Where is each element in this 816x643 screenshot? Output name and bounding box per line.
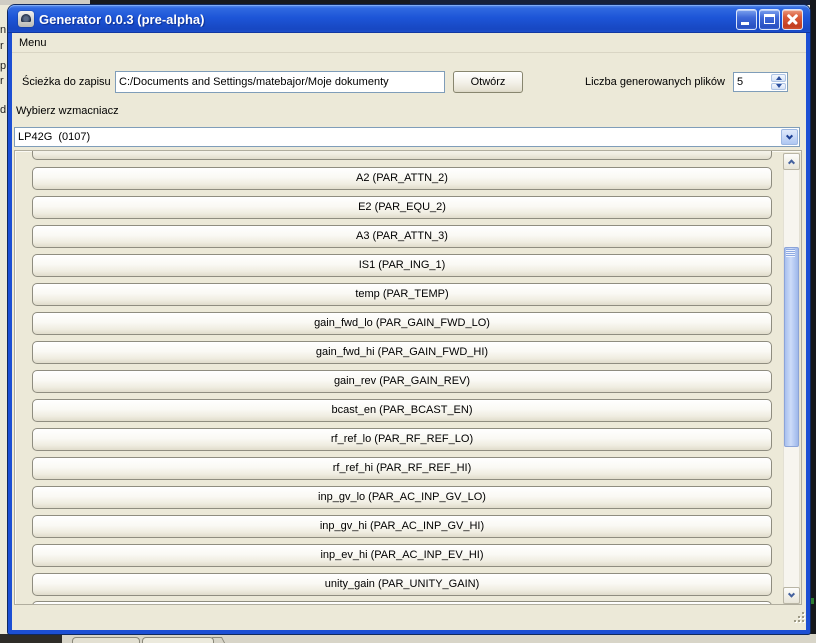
chevron-up-icon [788,159,795,166]
parameter-button[interactable]: A3 (PAR_ATTN_3) [32,225,772,248]
window-controls [736,9,803,30]
parameter-button[interactable]: A2 (PAR_ATTN_2) [32,167,772,190]
parameter-button[interactable]: rf_ref_hi (PAR_RF_REF_HI) [32,457,772,480]
arrow-up-icon [776,76,782,80]
file-count-input[interactable] [734,73,770,91]
background-window-behind [0,634,816,643]
title-bar[interactable]: Generator 0.0.3 (pre-alpha) [8,5,810,33]
combobox-dropdown-button[interactable] [781,129,798,145]
spinner-up-button[interactable] [771,74,786,82]
background-tab [142,637,214,643]
vertical-scrollbar[interactable] [783,153,800,604]
arrow-down-icon [776,84,782,88]
path-label: Ścieżka do zapisu [22,71,111,93]
scroll-up-button[interactable] [783,153,800,170]
background-dark-block [0,634,62,643]
parameter-button[interactable]: temp (PAR_TEMP) [32,283,772,306]
screen: nrprd Generator 0.0.3 (pre-alpha) Menu Ś… [0,0,816,643]
chevron-down-icon [788,591,795,598]
file-count-label: Liczba generowanych plików [557,71,725,93]
close-icon [783,10,802,29]
background-text-fragment: d [0,104,8,117]
parameter-button[interactable]: inp_ev_hi (PAR_AC_INP_EV_HI) [32,544,772,567]
amplifier-combobox[interactable]: LP42G (0107) [14,127,800,147]
background-tab-edge [212,637,226,643]
minimize-icon [741,22,749,25]
spinner-buttons [771,74,786,90]
parameter-button[interactable]: gain_fwd_lo (PAR_GAIN_FWD_LO) [32,312,772,335]
amplifier-selected-value: LP42G (0107) [18,128,90,146]
parameter-button-partial[interactable] [32,601,772,605]
window-title: Generator 0.0.3 (pre-alpha) [39,12,736,27]
menu-item-menu[interactable]: Menu [12,33,54,53]
app-icon [18,11,34,27]
parameter-button[interactable]: inp_gv_lo (PAR_AC_INP_GV_LO) [32,486,772,509]
background-text-fragment: r [0,40,8,53]
background-right-strip [810,0,816,635]
background-text-fragment: n [0,24,8,37]
amplifier-label: Wybierz wzmacniacz [16,103,119,119]
parameter-button-partial[interactable] [32,150,772,160]
background-tab [72,637,140,643]
menu-bar: Menu [12,33,806,53]
parameter-button[interactable]: inp_gv_hi (PAR_AC_INP_GV_HI) [32,515,772,538]
scrollbar-thumb-grip [786,249,795,257]
parameter-list-panel: A2 (PAR_ATTN_2) E2 (PAR_EQU_2) A3 (PAR_ATT… [14,150,802,605]
background-text-fragment: r [0,75,8,88]
parameter-button[interactable]: rf_ref_lo (PAR_RF_REF_LO) [32,428,772,451]
parameter-button[interactable]: IS1 (PAR_ING_1) [32,254,772,277]
parameter-button[interactable]: bcast_en (PAR_BCAST_EN) [32,399,772,422]
file-count-spinner[interactable] [733,72,788,92]
parameter-button[interactable]: E2 (PAR_EQU_2) [32,196,772,219]
parameter-button[interactable]: gain_rev (PAR_GAIN_REV) [32,370,772,393]
background-desktop-speck [811,598,814,604]
parameter-button[interactable]: gain_fwd_hi (PAR_GAIN_FWD_HI) [32,341,772,364]
generator-window: Generator 0.0.3 (pre-alpha) Menu Ścieżka… [8,5,810,634]
spinner-down-button[interactable] [771,83,786,91]
maximize-button[interactable] [759,9,780,30]
background-text-fragment: p [0,60,8,73]
close-button[interactable] [782,9,803,30]
path-input[interactable] [115,71,445,93]
maximize-icon [764,14,775,24]
resize-grip[interactable] [792,611,806,625]
open-button[interactable]: Otwórz [453,71,523,93]
minimize-button[interactable] [736,9,757,30]
chevron-down-icon [786,132,793,139]
window-content: Ścieżka do zapisu Otwórz Liczba generowa… [12,53,806,629]
parameter-button[interactable]: unity_gain (PAR_UNITY_GAIN) [32,573,772,596]
scrollbar-thumb[interactable] [784,247,799,447]
scroll-down-button[interactable] [783,587,800,604]
